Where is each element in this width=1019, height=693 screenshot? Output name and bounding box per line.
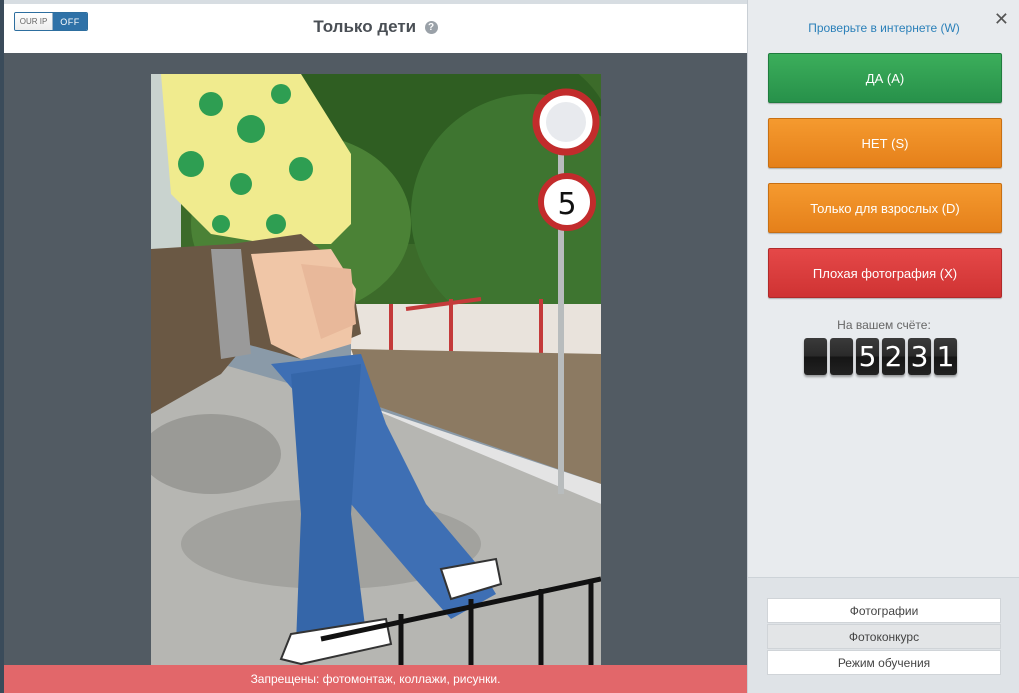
title-wrap: Только дети ? bbox=[4, 17, 747, 37]
decision-sidebar: ✕ Проверьте в интернете (W) ДА (A) НЕТ (… bbox=[747, 0, 1019, 693]
help-icon[interactable]: ? bbox=[424, 20, 438, 34]
mode-photo-contest[interactable]: Фотоконкурс bbox=[767, 624, 1001, 649]
review-panel: OUR IP OFF Только дети ? 5 Запрещены: фо… bbox=[4, 4, 747, 693]
panel-header: OUR IP OFF Только дети ? bbox=[4, 4, 747, 53]
bad-photo-button[interactable]: Плохая фотография (X) bbox=[768, 248, 1002, 298]
balance-digit: 5 bbox=[856, 338, 879, 375]
check-online-link[interactable]: Проверьте в интернете (W) bbox=[748, 21, 1019, 35]
photo-illustration: 5 bbox=[151, 74, 601, 665]
forbidden-content-notice: Запрещены: фотомонтаж, коллажи, рисунки. bbox=[4, 665, 747, 693]
yes-button[interactable]: ДА (A) bbox=[768, 53, 1002, 103]
photo-viewer: 5 bbox=[4, 53, 747, 665]
balance-label: На вашем счёте: bbox=[837, 318, 931, 332]
balance-digit: 3 bbox=[908, 338, 931, 375]
speed-sign-number: 5 bbox=[557, 187, 576, 222]
no-button[interactable]: НЕТ (S) bbox=[768, 118, 1002, 168]
mode-training[interactable]: Режим обучения bbox=[767, 650, 1001, 675]
balance-digit: 2 bbox=[882, 338, 905, 375]
mode-photos[interactable]: Фотографии bbox=[767, 598, 1001, 623]
balance-digit bbox=[830, 338, 853, 375]
mode-switcher: Фотографии Фотоконкурс Режим обучения bbox=[748, 577, 1019, 693]
adults-only-button[interactable]: Только для взрослых (D) bbox=[768, 183, 1002, 233]
balance-digit bbox=[804, 338, 827, 375]
page-title: Только дети bbox=[313, 17, 417, 36]
photo-under-review: 5 bbox=[151, 74, 601, 665]
balance-digit: 1 bbox=[934, 338, 957, 375]
balance-counter: 5 2 3 1 bbox=[804, 338, 957, 375]
